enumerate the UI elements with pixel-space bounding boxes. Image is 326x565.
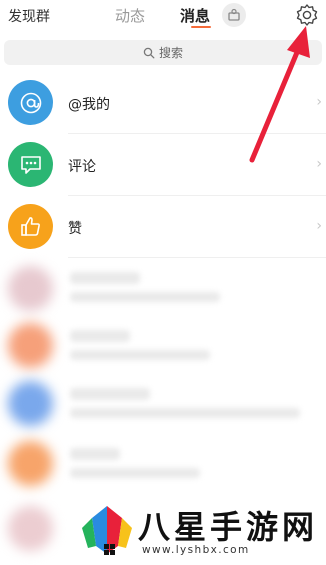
watermark-url: www.lyshbx.com [142,544,250,556]
likes-label: 赞 [68,221,82,237]
active-tab-indicator [191,26,211,28]
comments-label: 评论 [68,159,96,175]
blurred-avatar [8,381,53,426]
watermark-title: 八星手游网 [138,508,319,546]
mentions-avatar [8,80,53,125]
blurred-text [70,388,150,400]
tab-messages[interactable]: 消息 [180,5,210,26]
blurred-avatar [8,323,53,368]
settings-button[interactable] [294,2,320,28]
discover-groups-link[interactable]: 发现群 [8,6,50,26]
chevron-right-icon: › [316,94,322,110]
list-item-likes[interactable]: 赞 › [0,196,326,258]
contacts-icon [228,8,240,21]
list-item-comments[interactable]: 评论 › [0,134,326,196]
gear-icon [296,4,318,26]
blurred-text [70,468,200,478]
thumbs-up-icon [20,216,40,236]
contacts-button[interactable] [222,3,246,27]
blurred-text [70,272,140,284]
blurred-avatar [8,506,53,551]
blurred-text [70,350,210,360]
blurred-text [70,408,300,418]
mentions-label: @我的 [68,97,110,113]
blurred-avatar [8,441,53,486]
search-icon [143,47,155,58]
search-input[interactable]: 搜索 [4,40,322,65]
blurred-text [70,330,130,342]
watermark-logo [82,506,132,555]
tab-activity[interactable]: 动态 [115,5,145,26]
list-item-mentions[interactable]: @我的 › [0,72,326,134]
chevron-right-icon: › [316,156,322,172]
comment-icon [20,155,41,174]
watermark: 八星手游网 www.lyshbx.com [76,498,322,562]
comments-avatar [8,142,53,187]
blurred-text [70,292,220,302]
search-placeholder: 搜索 [158,46,183,60]
chevron-right-icon: › [316,218,322,234]
at-icon [20,92,41,113]
blurred-avatar [8,266,53,311]
top-navigation-bar: 发现群 动态 消息 [0,0,326,30]
likes-avatar [8,204,53,249]
blurred-text [70,448,120,460]
